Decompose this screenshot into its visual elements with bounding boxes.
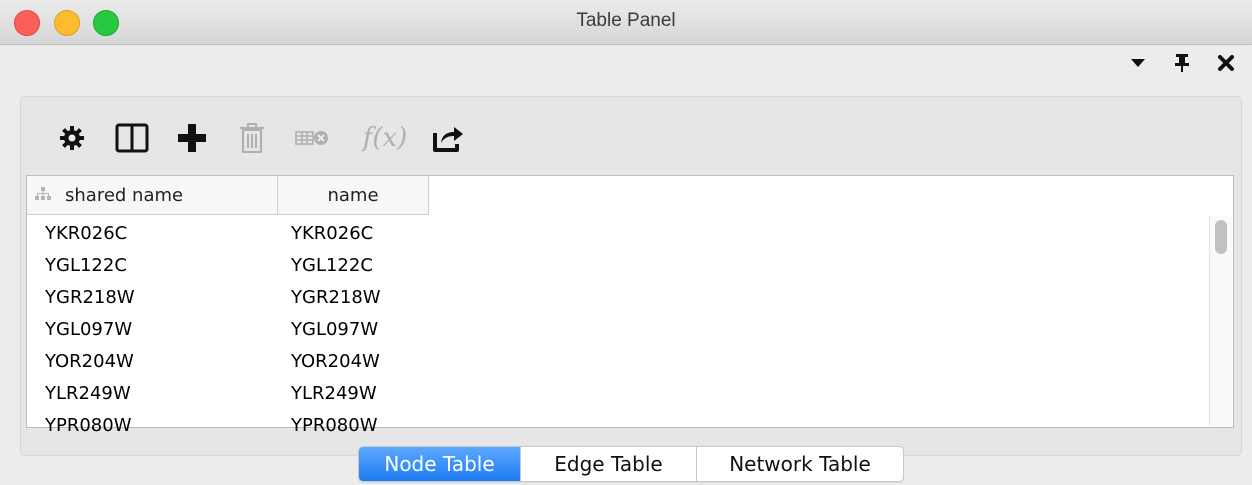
node-table: shared name name YKR026C YKR026C YGL122C… xyxy=(26,175,1234,436)
plus-icon[interactable] xyxy=(170,116,214,160)
cell-name[interactable]: YPR080W xyxy=(277,415,427,436)
cell-shared-name[interactable]: YKR026C xyxy=(27,223,277,244)
cell-shared-name[interactable]: YLR249W xyxy=(27,383,277,404)
vertical-scrollbar[interactable] xyxy=(1209,216,1232,426)
tab-edge-table[interactable]: Edge Table xyxy=(521,447,697,481)
column-header-shared-name[interactable]: shared name xyxy=(27,176,278,215)
column-header-name[interactable]: name xyxy=(278,176,429,215)
cell-name[interactable]: YGL122C xyxy=(277,255,427,276)
tab-node-table[interactable]: Node Table xyxy=(359,447,521,481)
pin-icon[interactable] xyxy=(1170,52,1194,74)
cell-name[interactable]: YOR204W xyxy=(277,351,427,372)
cell-shared-name[interactable]: YPR080W xyxy=(27,415,277,436)
table-toolbar: f(x) xyxy=(50,116,486,160)
network-hierarchy-icon xyxy=(35,185,65,206)
table-row[interactable]: YGL122C YGL122C xyxy=(27,249,427,281)
cell-shared-name[interactable]: YOR204W xyxy=(27,351,277,372)
title-bar: Table Panel xyxy=(0,0,1252,45)
export-icon[interactable] xyxy=(426,116,470,160)
trash-icon xyxy=(230,116,274,160)
scrollbar-thumb[interactable] xyxy=(1215,220,1227,254)
cell-shared-name[interactable]: YGL122C xyxy=(27,255,277,276)
gear-icon[interactable] xyxy=(50,116,94,160)
function-icon: f(x) xyxy=(362,123,408,153)
table-row[interactable]: YOR204W YOR204W xyxy=(27,345,427,377)
column-header-label: shared name xyxy=(65,184,184,206)
cell-name[interactable]: YKR026C xyxy=(277,223,427,244)
table-row[interactable]: YGL097W YGL097W xyxy=(27,313,427,345)
cell-shared-name[interactable]: YGL097W xyxy=(27,319,277,340)
table-header: shared name name xyxy=(27,176,429,215)
close-icon[interactable] xyxy=(1214,52,1238,74)
cell-name[interactable]: YLR249W xyxy=(277,383,427,404)
table-body: YKR026C YKR026C YGL122C YGL122C YGR218W … xyxy=(27,217,427,441)
cell-shared-name[interactable]: YGR218W xyxy=(27,287,277,308)
column-header-label: name xyxy=(327,184,379,206)
columns-icon[interactable] xyxy=(110,116,154,160)
cell-name[interactable]: YGL097W xyxy=(277,319,427,340)
table-row[interactable]: YLR249W YLR249W xyxy=(27,377,427,409)
table-row[interactable]: YGR218W YGR218W xyxy=(27,281,427,313)
panel-controls xyxy=(1126,52,1238,74)
table-row[interactable]: YPR080W YPR080W xyxy=(27,409,427,441)
window-title: Table Panel xyxy=(576,10,676,31)
cell-name[interactable]: YGR218W xyxy=(277,287,427,308)
delete-table-icon xyxy=(290,116,334,160)
table-row[interactable]: YKR026C YKR026C xyxy=(27,217,427,249)
tab-network-table[interactable]: Network Table xyxy=(697,447,903,481)
table-type-tabs: Node Table Edge Table Network Table xyxy=(358,446,904,482)
dropdown-triangle-icon[interactable] xyxy=(1126,52,1150,74)
